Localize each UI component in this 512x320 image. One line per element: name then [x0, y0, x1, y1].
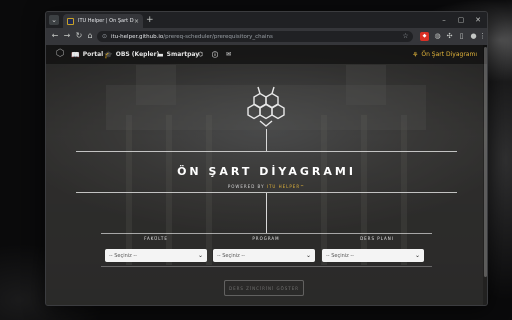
book-icon: 📖 — [71, 50, 80, 59]
close-window-button[interactable]: ✕ — [469, 12, 487, 28]
info-icon[interactable]: ⓘ — [212, 45, 218, 64]
favicon-icon — [67, 17, 74, 25]
tab-close-icon[interactable]: × — [134, 18, 139, 25]
faculty-header: FAKÜLTE — [144, 236, 168, 241]
diagram-icon: ⚘ — [412, 50, 419, 59]
page-viewport: ⬡ 📖 Portal 🎓 OBS (Kepler) ▬ Smartpay ⌬ ⓘ… — [46, 45, 487, 305]
faculty-select[interactable]: -- Seçiniz -- ⌄ — [105, 249, 207, 262]
course-plan-select-value: -- Seçiniz -- — [326, 252, 354, 259]
url-path: /prereq-scheduler/prerequisitory_chains — [163, 33, 273, 40]
sidebar-icon[interactable]: ▯ — [457, 32, 466, 41]
address-bar[interactable]: ⊙ itu-helper.github.io /prereq-scheduler… — [97, 31, 413, 42]
nav-item-current-page[interactable]: ⚘ Ön Şart Diyagramı — [412, 45, 477, 64]
program-select-value: -- Seçiniz -- — [217, 252, 245, 259]
tab-title: ITU Helper | Ön Şart Diyagramı — [78, 18, 134, 24]
powered-brand-link[interactable]: ITU HELPER™ — [267, 184, 305, 189]
nav-item-label: Portal — [82, 51, 104, 58]
mail-icon[interactable]: ✉ — [226, 45, 231, 64]
current-page-label: Ön Şart Diyagramı — [421, 51, 477, 58]
show-chain-button[interactable]: DERS ZİNCİRİNİ GÖSTER — [224, 280, 304, 296]
card-icon: ▬ — [157, 50, 164, 59]
extension-icon[interactable]: ◆ — [420, 32, 429, 41]
nav-item-smartpay[interactable]: ▬ Smartpay — [157, 45, 199, 64]
nav-item-portal[interactable]: 📖 Portal — [71, 45, 103, 64]
browser-tab[interactable]: ITU Helper | Ön Şart Diyagramı × — [63, 14, 143, 28]
graduation-cap-icon: 🎓 — [104, 50, 113, 59]
nav-item-obs[interactable]: 🎓 OBS (Kepler) — [104, 45, 159, 64]
powered-prefix: POWERED BY — [227, 184, 265, 189]
program-header: PROGRAM — [252, 236, 280, 241]
nav-item-label: Smartpay — [166, 51, 200, 58]
course-plan-select[interactable]: -- Seçiniz -- ⌄ — [322, 249, 424, 262]
reload-icon[interactable]: ↻ — [74, 31, 84, 41]
tab-search-button[interactable]: ⌄ — [49, 15, 59, 25]
program-select[interactable]: -- Seçiniz -- ⌄ — [213, 249, 315, 262]
chevron-down-icon: ⌄ — [197, 252, 203, 259]
decor-line — [76, 151, 457, 152]
page-title: ÖN ŞART DİYAGRAMI — [177, 165, 356, 178]
faculty-select-value: -- Seçiniz -- — [109, 252, 137, 259]
menu-icon[interactable]: ⋮ — [478, 32, 487, 41]
home-icon[interactable]: ⌂ — [85, 31, 95, 41]
site-logo-icon[interactable]: ⬡ — [54, 48, 66, 60]
browser-window: ⌄ ITU Helper | Ön Şart Diyagramı × + – ▢… — [45, 11, 488, 306]
powered-by: POWERED BY ITU HELPER™ — [46, 184, 487, 189]
nav-item-label: OBS (Kepler) — [115, 51, 160, 58]
decor-line — [266, 129, 267, 151]
scrollbar-thumb[interactable] — [484, 47, 487, 277]
back-icon[interactable]: ← — [50, 31, 60, 41]
minimize-button[interactable]: – — [435, 12, 453, 28]
url-host: itu-helper.github.io — [111, 33, 164, 40]
extension-gray-icon[interactable]: ◍ — [433, 32, 442, 41]
profile-icon[interactable]: ● — [469, 32, 478, 41]
browser-toolbar: ← → ↻ ⌂ ⊙ itu-helper.github.io /prereq-s… — [46, 28, 487, 45]
site-info-icon[interactable]: ⊙ — [102, 33, 107, 40]
site-navbar: ⬡ 📖 Portal 🎓 OBS (Kepler) ▬ Smartpay ⌬ ⓘ… — [46, 45, 487, 64]
tab-strip: ⌄ ITU Helper | Ön Şart Diyagramı × + – ▢… — [46, 12, 487, 28]
maximize-button[interactable]: ▢ — [452, 12, 470, 28]
github-icon[interactable]: ⌬ — [198, 45, 203, 64]
chevron-down-icon: ⌄ — [414, 252, 420, 259]
chevron-down-icon: ⌄ — [305, 252, 311, 259]
new-tab-button[interactable]: + — [146, 14, 154, 26]
scrollbar[interactable] — [483, 45, 487, 305]
decor-line — [266, 193, 267, 233]
course-plan-header: DERS PLANI — [360, 236, 394, 241]
bookmark-star-icon[interactable]: ☆ — [401, 32, 410, 41]
forward-icon[interactable]: → — [62, 31, 72, 41]
extensions-puzzle-icon[interactable]: ✣ — [445, 32, 454, 41]
